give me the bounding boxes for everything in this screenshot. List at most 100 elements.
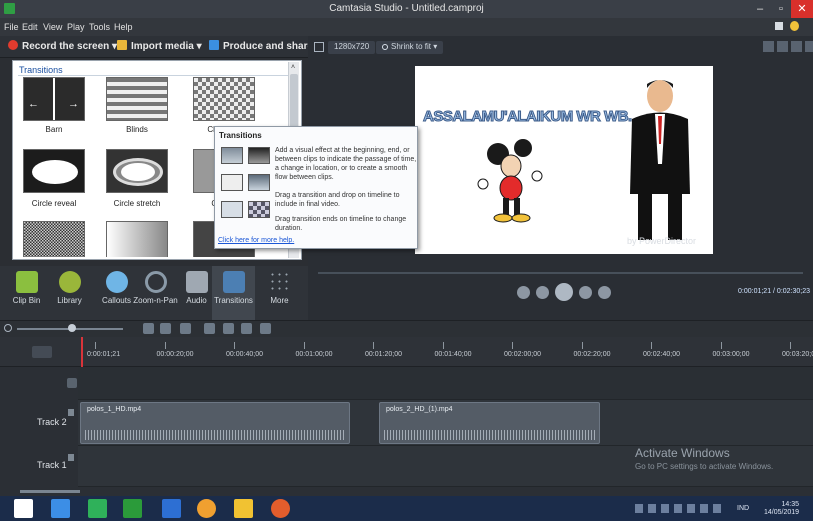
copy-icon[interactable]	[204, 323, 215, 334]
scroll-up-icon[interactable]: ˄	[291, 64, 295, 71]
ruler-tick-mark	[651, 342, 652, 349]
notification-bell-icon[interactable]	[775, 22, 783, 30]
play-icon[interactable]	[555, 283, 573, 301]
track-header-empty	[0, 367, 78, 400]
rewind-icon[interactable]	[517, 286, 530, 299]
transitions-tooltip: Transitions Add a visual effect at the b…	[214, 126, 418, 249]
fullscreen-icon[interactable]	[791, 41, 802, 52]
track-settings-icon[interactable]	[260, 323, 271, 334]
add-track-icon[interactable]	[67, 378, 77, 388]
paste-icon[interactable]	[223, 323, 234, 334]
record-screen-button[interactable]: Record the screen ▾	[8, 40, 117, 52]
tab-more[interactable]: More	[258, 266, 301, 320]
transition-checkerboard[interactable]	[193, 77, 255, 121]
ruler-tick-mark	[512, 342, 513, 349]
track-header-1: Track 1	[0, 446, 78, 487]
menu-file[interactable]: File	[4, 22, 19, 32]
volume-icon[interactable]	[777, 41, 788, 52]
transitions-header: Transitions	[19, 65, 63, 75]
header-divider	[18, 75, 288, 76]
timecode-readout: 0:00:01;21 / 0:02:30;23	[738, 288, 811, 295]
taskbar-clock[interactable]: 14:35 14/05/2019	[764, 501, 799, 517]
crop-icon[interactable]	[314, 42, 324, 52]
tab-label-more: More	[270, 296, 289, 305]
detach-icon[interactable]	[805, 41, 813, 52]
transition-label-circle-reveal: Circle reveal	[31, 199, 77, 208]
produce-share-button[interactable]: Produce and share ▾	[209, 40, 321, 52]
menu-play[interactable]: Play	[67, 22, 85, 32]
transition-circle-reveal[interactable]	[23, 149, 85, 193]
timeline-zoom-icon[interactable]	[4, 324, 12, 332]
cut-icon[interactable]	[180, 323, 191, 334]
track-row-empty[interactable]	[78, 367, 813, 400]
file-explorer-icon[interactable]	[234, 499, 253, 518]
tab-library[interactable]: Library	[48, 266, 91, 320]
transition-blinds[interactable]	[106, 77, 168, 121]
step-forward-icon[interactable]	[579, 286, 592, 299]
ruler-tick-mark	[303, 342, 305, 349]
lock-icon[interactable]	[68, 454, 74, 461]
preview-canvas[interactable]: ASSALAMU'ALAIKUM WR WB. by PowerDirector	[415, 66, 713, 254]
clip-name-2: polos_2_HD_(1).mp4	[386, 406, 453, 413]
menu-help[interactable]: Help	[114, 22, 133, 32]
start-icon[interactable]	[14, 499, 33, 518]
minimize-button[interactable]: –	[749, 0, 771, 18]
transition-circle-stretch[interactable]	[106, 149, 168, 193]
tooltip-thumb-fade	[221, 147, 243, 164]
chrome-icon[interactable]	[197, 499, 216, 518]
fast-forward-icon[interactable]	[598, 286, 611, 299]
activate-windows-subtitle: Go to PC settings to activate Windows.	[635, 462, 774, 471]
lightbulb-icon[interactable]	[790, 21, 799, 31]
tab-zoom-n-pan[interactable]: Zoom-n-Pan	[133, 266, 178, 320]
tooltip-help-link[interactable]: Click here for more help.	[218, 237, 294, 244]
dimensions-dropdown[interactable]: 1280x720	[328, 41, 376, 54]
track-name-2: Track 2	[37, 417, 67, 427]
menu-bar: File Edit View Play Tools Help	[0, 18, 813, 36]
menu-view[interactable]: View	[43, 22, 62, 32]
zoom-slider-thumb[interactable]	[68, 324, 76, 332]
tooltip-thumb-slide	[221, 201, 243, 218]
transitions-icon	[223, 271, 245, 293]
internet-explorer-icon[interactable]	[51, 499, 70, 518]
import-media-button[interactable]: Import media ▾	[117, 40, 202, 52]
step-back-icon[interactable]	[536, 286, 549, 299]
audio-icon	[186, 271, 208, 293]
undo-icon[interactable]	[143, 323, 154, 334]
ruler-tick-label: 00:03:00;00	[712, 351, 750, 358]
playback-scrubber[interactable]	[318, 272, 803, 274]
tab-clip-bin[interactable]: Clip Bin	[5, 266, 48, 320]
tab-transitions[interactable]: Transitions	[212, 266, 255, 320]
close-button[interactable]: ✕	[791, 0, 813, 18]
timeline-hscroll[interactable]	[0, 487, 813, 496]
split-icon[interactable]	[241, 323, 252, 334]
store-icon[interactable]	[88, 499, 107, 518]
firefox-icon[interactable]	[271, 499, 290, 518]
zoom-label: Shrink to fit ▾	[391, 42, 438, 51]
clip-polos-1[interactable]: polos_1_HD.mp4	[80, 402, 350, 444]
camtasia-taskbar-icon[interactable]	[123, 499, 142, 518]
clip-polos-2[interactable]: polos_2_HD_(1).mp4	[379, 402, 600, 444]
ruler-tick-mark	[581, 342, 583, 349]
ruler-tick-label: 00:03:20;00	[782, 351, 813, 358]
record-icon	[8, 40, 18, 50]
fit-icon[interactable]	[763, 41, 774, 52]
transition-barn[interactable]: ← →	[23, 77, 85, 121]
tab-callouts[interactable]: Callouts	[95, 266, 138, 320]
lock-icon[interactable]	[68, 409, 74, 416]
ruler-tick-mark	[234, 342, 235, 349]
transition-fade[interactable]	[106, 221, 168, 257]
system-tray-icons[interactable]	[635, 504, 725, 513]
maximize-button[interactable]: ▫	[770, 0, 792, 18]
redo-icon[interactable]	[160, 323, 171, 334]
ruler-tick-mark	[720, 342, 722, 349]
zoom-dropdown[interactable]: Shrink to fit ▾	[376, 41, 444, 54]
word-icon[interactable]	[162, 499, 181, 518]
menu-edit[interactable]: Edit	[22, 22, 38, 32]
menu-tools[interactable]: Tools	[89, 22, 110, 32]
ruler-ticks: 0:00:01;21 00:00:20;00 00:00:40;00 00:01:00…	[0, 337, 813, 367]
import-label: Import media ▾	[131, 41, 202, 52]
timeline-hscroll-thumb[interactable]	[20, 490, 80, 493]
transition-dissolve[interactable]	[23, 221, 85, 257]
library-icon	[59, 271, 81, 293]
language-indicator[interactable]: IND	[737, 505, 749, 512]
